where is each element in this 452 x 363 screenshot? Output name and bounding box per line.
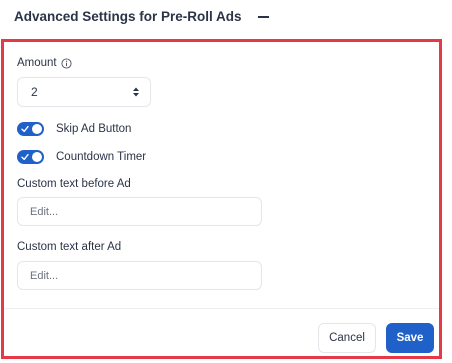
section-title: Advanced Settings for Pre-Roll Ads	[14, 9, 242, 24]
amount-label: Amount	[17, 57, 57, 69]
custom-before-input[interactable]	[17, 197, 262, 226]
toggle-knob	[32, 124, 42, 134]
amount-value: 2	[31, 85, 38, 99]
info-icon[interactable]	[61, 58, 72, 69]
toggle-knob	[32, 152, 42, 162]
settings-panel: Amount 2 Skip Ad Button Countdown Timer …	[1, 39, 442, 359]
custom-after-label: Custom text after Ad	[17, 241, 122, 253]
skip-ad-toggle[interactable]	[17, 122, 44, 136]
check-icon	[21, 153, 29, 161]
custom-after-input[interactable]	[17, 261, 262, 290]
countdown-timer-label: Countdown Timer	[56, 151, 147, 163]
minus-icon[interactable]	[257, 15, 269, 18]
check-icon	[21, 125, 29, 133]
stepper-arrows-icon[interactable]	[132, 86, 140, 98]
custom-before-label: Custom text before Ad	[17, 178, 131, 190]
countdown-timer-toggle[interactable]	[17, 150, 44, 164]
save-button[interactable]: Save	[386, 323, 434, 353]
settings-header: Advanced Settings for Pre-Roll Ads	[14, 9, 269, 24]
skip-ad-label: Skip Ad Button	[56, 123, 132, 135]
cancel-button[interactable]: Cancel	[318, 323, 376, 353]
footer-divider	[4, 308, 439, 309]
amount-stepper[interactable]: 2	[17, 77, 151, 107]
